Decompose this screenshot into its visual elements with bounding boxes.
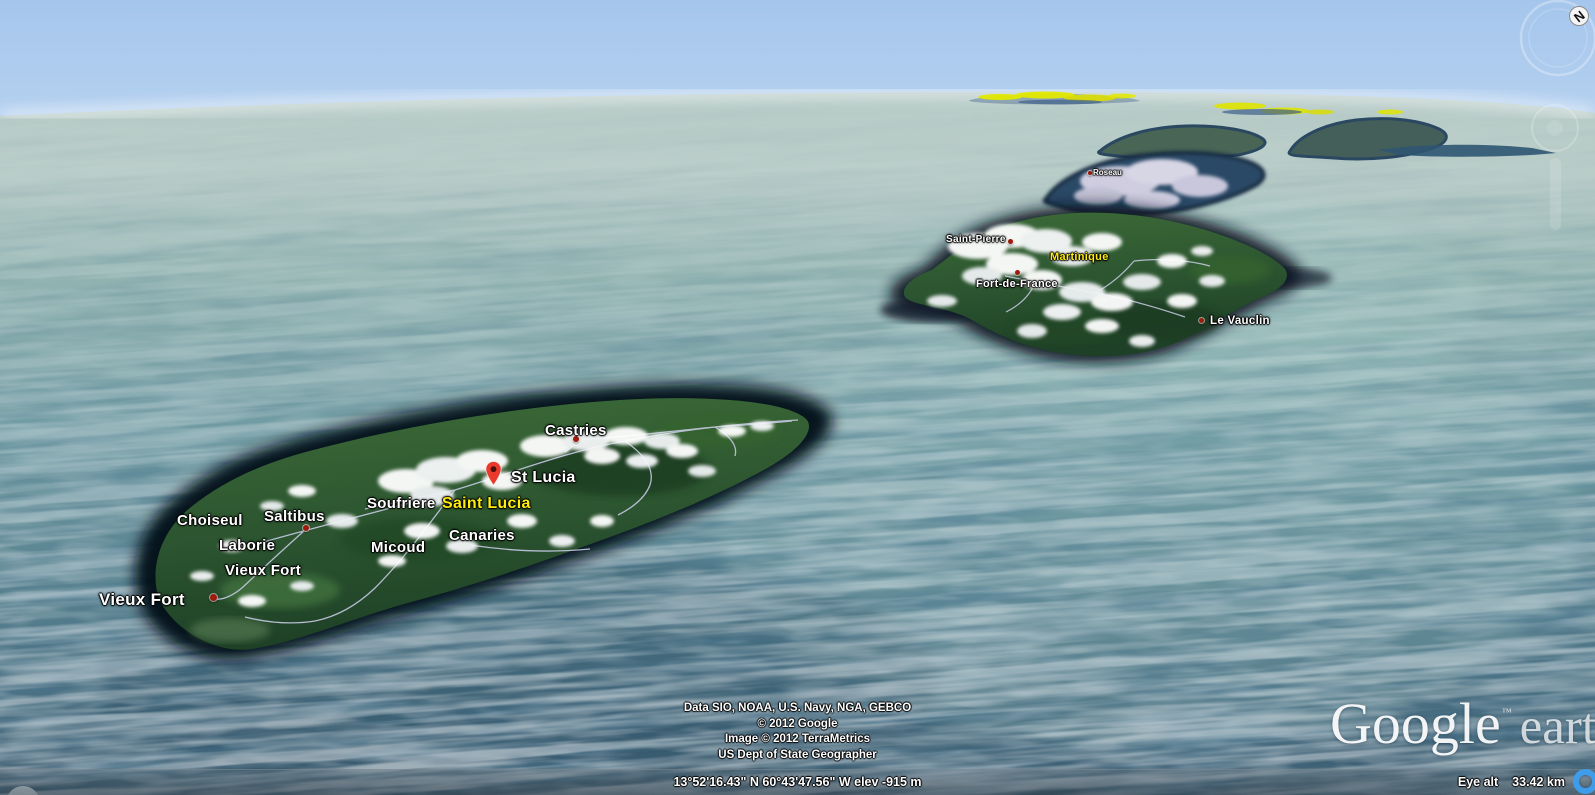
map-label-soufriere[interactable]: Soufriere <box>367 496 436 511</box>
placemark-pin-st-lucia[interactable] <box>485 459 502 488</box>
zoom-slider[interactable] <box>1550 158 1561 230</box>
place-dot-saltibus[interactable] <box>303 525 309 531</box>
cursor-coordinates: 13°52'16.43" N 60°43'47.56" W elev -915 … <box>0 775 1595 789</box>
eye-altitude: Eye alt 33.42 km <box>1458 775 1565 789</box>
map-label-micoud[interactable]: Micoud <box>371 540 425 555</box>
map-label-choiseul[interactable]: Choiseul <box>177 513 243 528</box>
place-dot-saint-pierre[interactable] <box>1008 239 1013 244</box>
place-dot-fort-de-france[interactable] <box>1015 270 1020 275</box>
status-bar: 13°52'16.43" N 60°43'47.56" W elev -915 … <box>0 769 1595 795</box>
map-label-le-vauclin[interactable]: Le Vauclin <box>1210 316 1270 328</box>
place-dot-vieux-fort[interactable] <box>210 594 217 601</box>
place-dot-roseau[interactable] <box>1088 171 1092 175</box>
map-label-laborie[interactable]: Laborie <box>219 538 275 553</box>
map-label-canaries[interactable]: Canaries <box>449 528 515 543</box>
map-label-st-lucia[interactable]: St Lucia <box>511 470 576 486</box>
map-label-saint-pierre[interactable]: Saint-Pierre <box>946 235 1006 245</box>
google-earth-window: N Castries St Lucia Saint Lucia Soufrier… <box>0 0 1595 795</box>
map-label-castries[interactable]: Castries <box>545 423 607 438</box>
map-label-martinique[interactable]: Martinique <box>1050 252 1109 263</box>
earth-viewport[interactable]: N <box>0 0 1595 795</box>
north-button[interactable]: N <box>1570 7 1589 26</box>
streaming-progress-icon[interactable] <box>1573 769 1595 794</box>
place-dot-le-vauclin[interactable] <box>1199 318 1204 323</box>
look-joystick-center[interactable] <box>1547 120 1563 136</box>
eye-altitude-value: 33.42 km <box>1512 775 1565 789</box>
eye-altitude-label: Eye alt <box>1458 775 1498 789</box>
map-label-roseau[interactable]: Roseau <box>1093 169 1122 177</box>
map-label-fort-de-france[interactable]: Fort-de-France <box>976 279 1058 290</box>
map-label-vieux-fort-coast[interactable]: Vieux Fort <box>99 591 185 608</box>
map-label-saint-lucia[interactable]: Saint Lucia <box>442 496 531 512</box>
map-label-saltibus[interactable]: Saltibus <box>264 509 325 524</box>
map-label-vieux-fort-inland[interactable]: Vieux Fort <box>225 563 301 578</box>
